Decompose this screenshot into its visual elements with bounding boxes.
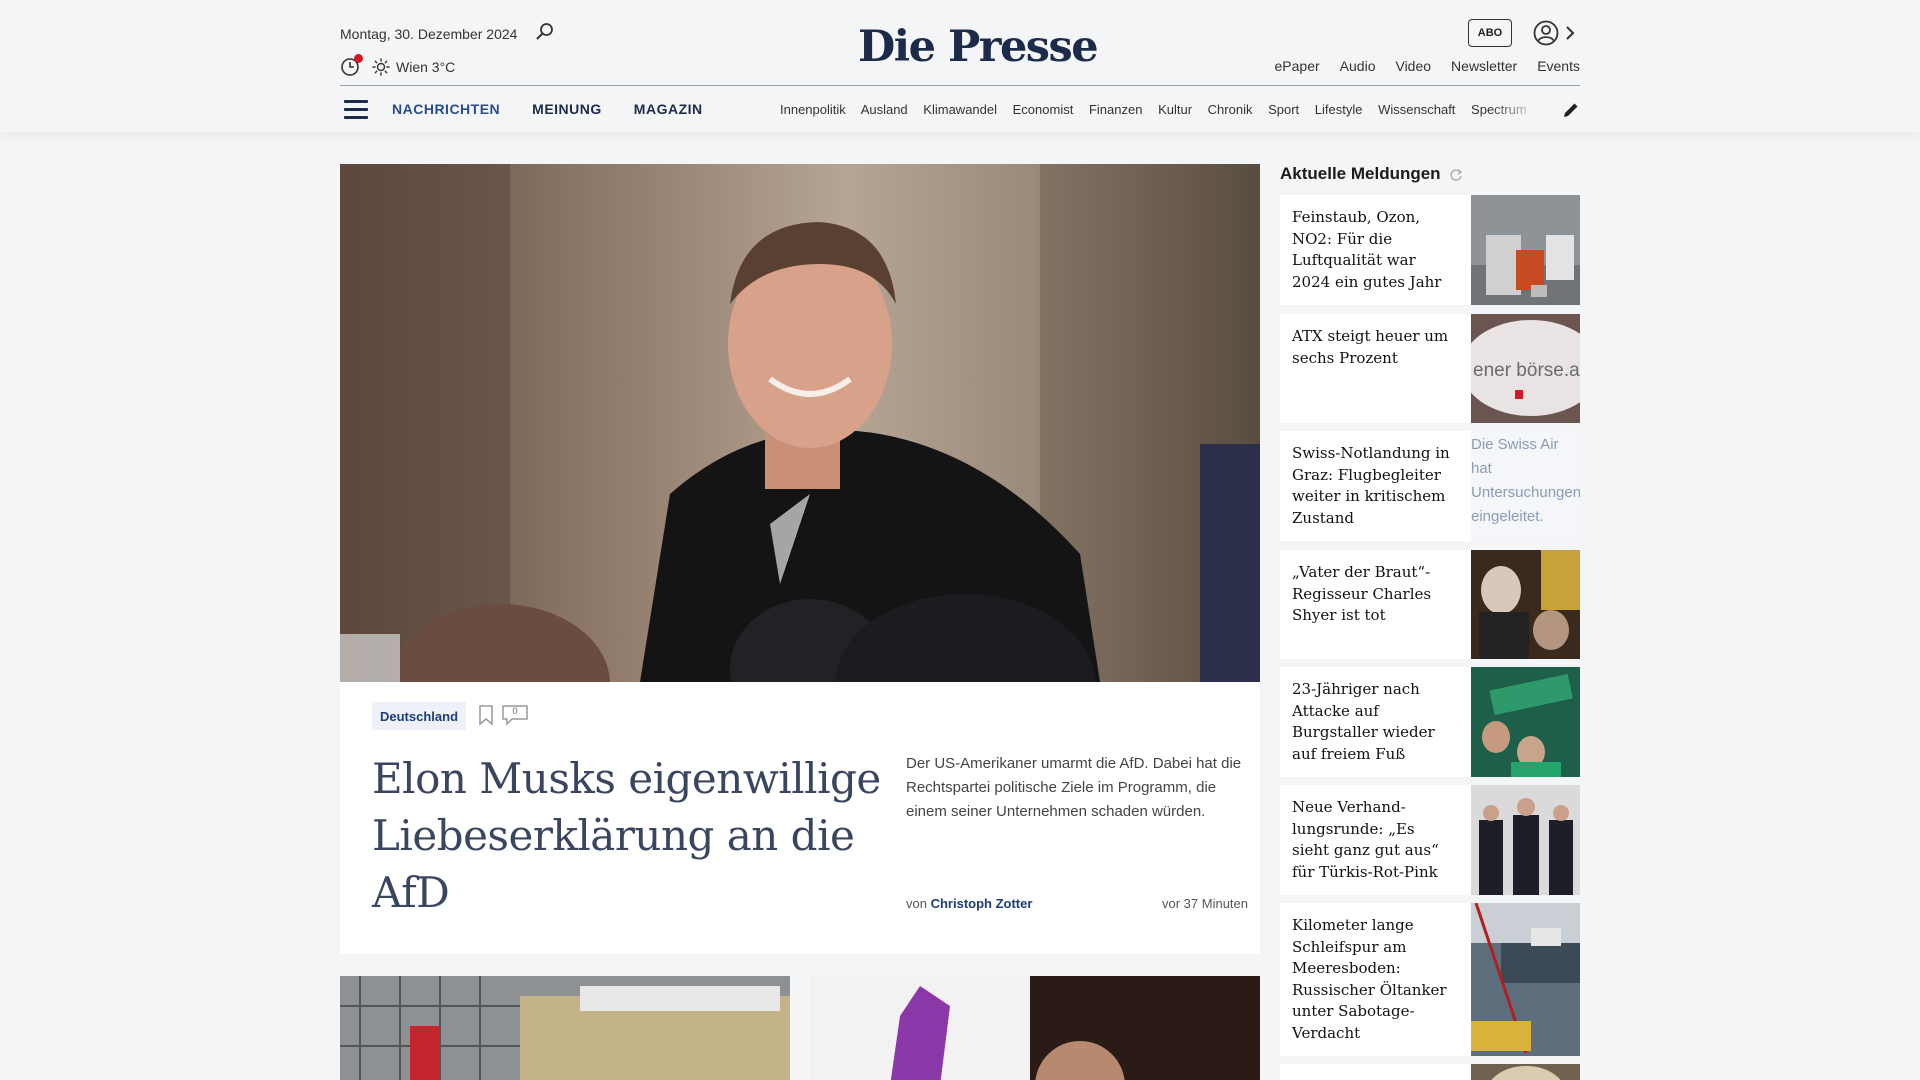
news-thumbnail[interactable] bbox=[1471, 785, 1580, 895]
news-title[interactable]: Feinstaub, Ozon, NO2: Für die Luftqualit… bbox=[1292, 207, 1454, 293]
site-logo[interactable]: Die Presse bbox=[858, 22, 1099, 72]
hero-headline[interactable]: Elon Musks eigenwillige Liebeserklärung … bbox=[372, 750, 892, 921]
publish-time: vor 37 Minuten bbox=[1162, 896, 1248, 911]
toplink-audio[interactable]: Audio bbox=[1340, 58, 1376, 74]
category-tag[interactable]: Deutschland bbox=[372, 702, 467, 730]
partial-photo bbox=[1471, 1064, 1580, 1080]
news-thumbnail[interactable] bbox=[1471, 903, 1580, 1056]
news-title[interactable]: Kilometer lange Schleifspur am Meeresbod… bbox=[1292, 915, 1454, 1044]
news-item[interactable]: „Vater der Braut“-Regisseur Charles Shye… bbox=[1280, 550, 1580, 659]
news-title[interactable]: Swiss-Notlandung in Graz: Flugbegleiter … bbox=[1292, 443, 1454, 529]
subnav-chronik[interactable]: Chronik bbox=[1208, 102, 1253, 117]
subnav-klimawandel[interactable]: Klimawandel bbox=[923, 102, 997, 117]
hero-article[interactable]: Deutschland 0 Elon Musks eigenwillige Li… bbox=[340, 164, 1260, 954]
comment-count: 0 bbox=[512, 706, 518, 716]
pencil-icon[interactable] bbox=[1562, 101, 1580, 119]
subnav-lifestyle[interactable]: Lifestyle bbox=[1315, 102, 1363, 117]
clock-icon[interactable] bbox=[340, 54, 363, 77]
news-item[interactable]: Swiss-Notlandung in Graz: Flugbegleiter … bbox=[1280, 431, 1580, 541]
teaser-image-1[interactable] bbox=[340, 976, 790, 1080]
subnav-sport[interactable]: Sport bbox=[1268, 102, 1299, 117]
hero-card: Deutschland 0 Elon Musks eigenwillige Li… bbox=[340, 682, 1260, 954]
construction-photo bbox=[340, 976, 790, 1080]
news-item[interactable]: 23-Jähriger nach Attacke auf Burgstaller… bbox=[1280, 667, 1580, 777]
notification-dot bbox=[354, 54, 363, 63]
news-title[interactable]: 23-Jähriger nach Attacke auf Burgstaller… bbox=[1292, 679, 1454, 765]
nav-meinung[interactable]: MEINUNG bbox=[532, 101, 602, 117]
news-thumbnail[interactable]: ener börse.at bbox=[1471, 314, 1580, 423]
news-thumbnail-broken[interactable]: Die Swiss Air hat Untersuchungen eingele… bbox=[1471, 431, 1580, 541]
news-thumbnail[interactable] bbox=[1471, 1064, 1580, 1080]
tanker-photo bbox=[1471, 903, 1580, 1056]
news-item[interactable]: Kilometer lange Schleifspur am Meeresbod… bbox=[1280, 903, 1580, 1056]
toplink-newsletter[interactable]: Newsletter bbox=[1451, 58, 1517, 74]
hero-teaser: Der US-Amerikaner umarmt die AfD. Dabei … bbox=[906, 755, 1242, 820]
boerse-sign-text: ener börse.at bbox=[1473, 360, 1580, 381]
toplink-epaper[interactable]: ePaper bbox=[1275, 58, 1320, 74]
hero-photo bbox=[340, 164, 1260, 682]
bookmark-icon[interactable] bbox=[478, 704, 494, 726]
header-inner: Montag, 30. Dezember 2024 Wien 3°C Die P… bbox=[340, 0, 1580, 132]
author-link[interactable]: Christoph Zotter bbox=[931, 896, 1033, 911]
subnav-ausland[interactable]: Ausland bbox=[861, 102, 908, 117]
user-icon[interactable] bbox=[1533, 20, 1559, 46]
latest-news-title: Aktuelle Meldungen bbox=[1280, 164, 1441, 183]
director-photo bbox=[1471, 550, 1580, 659]
football-photo bbox=[1471, 667, 1580, 777]
subnav-fade bbox=[1490, 96, 1542, 126]
byline: von Christoph Zotter bbox=[906, 896, 1032, 911]
teaser-image-2[interactable] bbox=[810, 976, 1260, 1080]
news-item[interactable]: Neue Verhand­lungsrunde: „Es sieht ganz … bbox=[1280, 785, 1580, 895]
sub-nav: Innenpolitik Ausland Klimawandel Economi… bbox=[780, 102, 1542, 117]
header-divider bbox=[340, 85, 1580, 86]
refresh-icon[interactable] bbox=[1449, 168, 1463, 182]
boerse-photo: ener börse.at bbox=[1471, 314, 1580, 423]
nav-nachrichten[interactable]: NACHRICHTEN bbox=[392, 101, 500, 117]
site-header: Montag, 30. Dezember 2024 Wien 3°C Die P… bbox=[0, 0, 1920, 132]
subnav-innenpolitik[interactable]: Innenpolitik bbox=[780, 102, 846, 117]
byline-prefix: von bbox=[906, 896, 927, 911]
subnav-finanzen[interactable]: Finanzen bbox=[1089, 102, 1142, 117]
image-alt-text: Die Swiss Air hat Untersuchungen eingele… bbox=[1471, 431, 1580, 541]
weather-text: Wien 3°C bbox=[396, 59, 456, 75]
concert-photo bbox=[810, 976, 1260, 1080]
top-links: ePaper Audio Video Newsletter Events bbox=[1275, 58, 1580, 74]
news-title[interactable]: „Vater der Braut“-Regisseur Charles Shye… bbox=[1292, 562, 1454, 627]
news-item[interactable]: ATX steigt heuer um sechs Prozent ener b… bbox=[1280, 314, 1580, 423]
subnav-wissenschaft[interactable]: Wissenschaft bbox=[1378, 102, 1455, 117]
subnav-kultur[interactable]: Kultur bbox=[1158, 102, 1192, 117]
toplink-events[interactable]: Events bbox=[1537, 58, 1580, 74]
search-icon[interactable] bbox=[535, 22, 555, 42]
news-item[interactable]: Feinstaub, Ozon, NO2: Für die Luftqualit… bbox=[1280, 195, 1580, 305]
news-thumbnail[interactable] bbox=[1471, 195, 1580, 305]
toplink-video[interactable]: Video bbox=[1395, 58, 1431, 74]
menu-icon[interactable] bbox=[344, 100, 368, 120]
traffic-photo bbox=[1471, 195, 1580, 305]
politicians-photo bbox=[1471, 785, 1580, 895]
news-thumbnail[interactable] bbox=[1471, 667, 1580, 777]
abo-button[interactable]: ABO bbox=[1468, 19, 1512, 47]
news-title[interactable]: Neue Verhand­lungsrunde: „Es sieht ganz … bbox=[1292, 797, 1454, 883]
hero-image[interactable] bbox=[340, 164, 1260, 682]
current-date: Montag, 30. Dezember 2024 bbox=[340, 26, 518, 42]
sun-icon bbox=[372, 58, 390, 76]
subnav-economist[interactable]: Economist bbox=[1013, 102, 1074, 117]
news-item-partial[interactable] bbox=[1280, 1064, 1580, 1080]
weather-widget[interactable]: Wien 3°C bbox=[340, 54, 456, 78]
main-nav: NACHRICHTEN MEINUNG MAGAZIN bbox=[392, 101, 703, 117]
news-title[interactable]: ATX steigt heuer um sechs Prozent bbox=[1292, 326, 1454, 369]
news-thumbnail[interactable] bbox=[1471, 550, 1580, 659]
nav-magazin[interactable]: MAGAZIN bbox=[634, 101, 703, 117]
chevron-right-icon[interactable] bbox=[1564, 24, 1576, 42]
